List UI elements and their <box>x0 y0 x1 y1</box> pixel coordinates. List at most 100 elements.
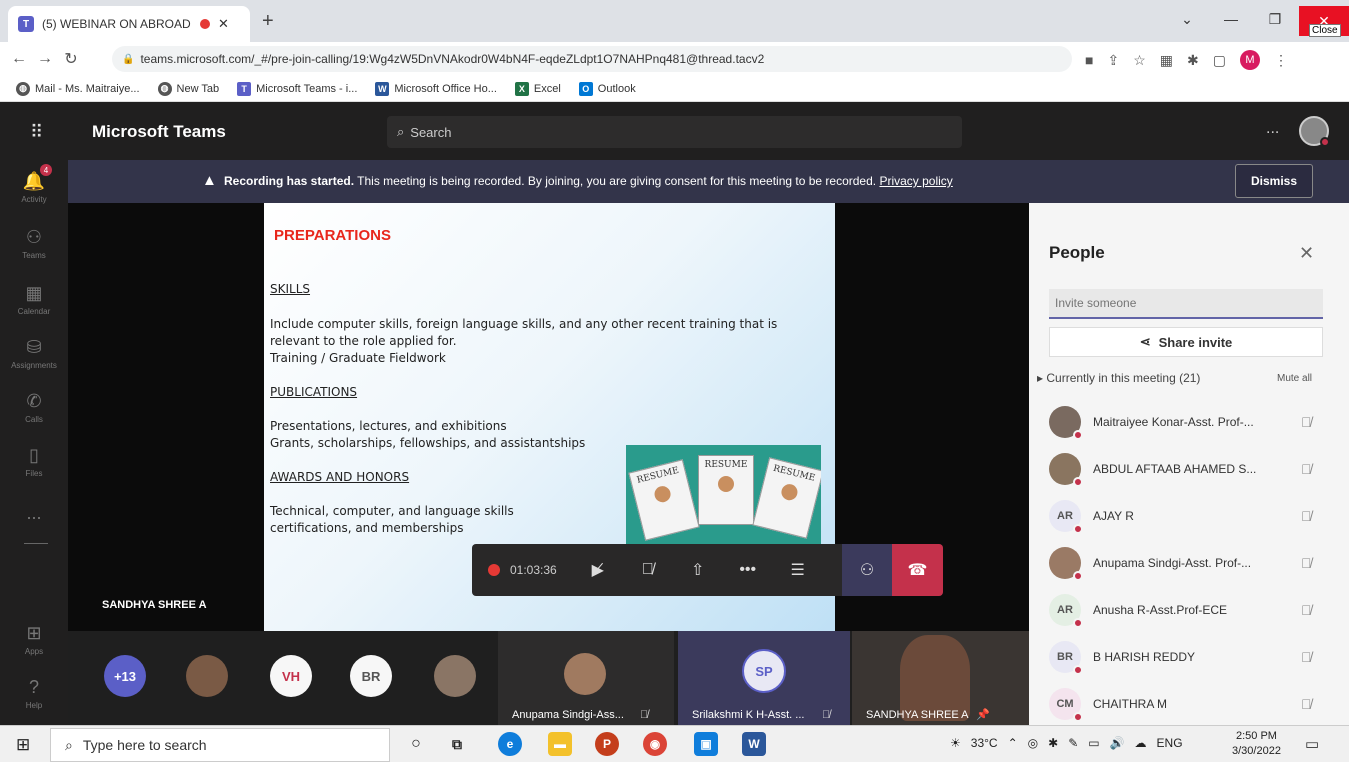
network-icon[interactable]: ▭ <box>1088 736 1099 750</box>
forward-arrow-icon[interactable]: → <box>32 50 58 68</box>
participant-row[interactable]: BR B HARISH REDDY 🎙̸ <box>1029 633 1349 680</box>
participant-tile[interactable]: SP Srilakshmi K H-Asst. ... 🎙̸ <box>678 631 850 725</box>
show-participants-button[interactable]: ⚇ <box>842 544 892 596</box>
bookmark-star-icon[interactable]: ☆ <box>1133 52 1146 69</box>
minimize-button[interactable]: — <box>1216 6 1246 32</box>
participant-strip: +13 VH BR Anupama Sindgi-Ass... 🎙̸ SP Sr… <box>68 631 1029 725</box>
cortana-icon[interactable]: ○ <box>404 732 428 756</box>
bookmark-office[interactable]: W Microsoft Office Ho... <box>375 81 497 96</box>
current-participants-header[interactable]: ▸ Currently in this meeting (21) <box>1037 371 1200 385</box>
mic-off-button[interactable]: 🎙̸ <box>623 544 673 596</box>
bookmark-excel[interactable]: X Excel <box>514 81 561 96</box>
more-actions-button[interactable]: ••• <box>723 544 773 596</box>
rail-item-files[interactable]: ▯ Files <box>0 434 68 488</box>
participant-tile[interactable]: SANDHYA SHREE A 📌 <box>852 631 1029 725</box>
file-explorer-icon[interactable]: ▬ <box>548 732 572 756</box>
slide-publications-line2: Grants, scholarships, fellowships, and a… <box>270 436 586 450</box>
participant-avatar: AR <box>1049 499 1083 534</box>
sidepanel-icon[interactable]: ▢ <box>1213 52 1226 69</box>
privacy-policy-link[interactable]: Privacy policy <box>879 174 952 188</box>
tab-close-icon[interactable]: ✕ <box>218 16 229 32</box>
rail-item-more[interactable]: ... <box>0 486 68 540</box>
windows-start-icon[interactable]: ⊞ <box>16 735 30 755</box>
language-indicator[interactable]: ENG <box>1157 736 1183 750</box>
bluetooth-icon[interactable]: ✱ <box>1048 736 1058 750</box>
invite-someone-input[interactable] <box>1049 289 1323 319</box>
tray-expand-icon[interactable]: ⌃ <box>1008 736 1018 750</box>
url-field[interactable]: 🔒 teams.microsoft.com/_#/pre-join-callin… <box>112 46 1072 72</box>
rail-item-activity[interactable]: 🔔 Activity 4 <box>0 160 68 214</box>
participant-avatar <box>186 655 228 697</box>
slide-awards-line1: Technical, computer, and language skills <box>270 504 514 518</box>
task-view-icon[interactable]: ⧉ <box>445 732 469 756</box>
taskbar-clock[interactable]: 2:50 PM 3/30/2022 <box>1232 729 1281 759</box>
chrome-icon[interactable]: ◉ <box>643 732 667 756</box>
extension-icon[interactable]: ▦ <box>1160 52 1173 69</box>
participant-name: Anupama Sindgi-Ass... <box>512 709 624 721</box>
assignments-icon: ⛁ <box>26 336 42 357</box>
chat-button[interactable]: ☰ <box>773 544 823 596</box>
edge-icon[interactable]: e <box>498 732 522 756</box>
browser-tab[interactable]: T (5) WEBINAR ON ABROAD S ✕ <box>8 6 250 42</box>
more-options-icon[interactable]: ... <box>1266 120 1279 138</box>
tray-app-icon[interactable]: ◎ <box>1028 736 1038 750</box>
pen-icon[interactable]: ✎ <box>1068 736 1078 750</box>
rail-item-assignments[interactable]: ⛁ Assignments <box>0 326 68 380</box>
participant-row[interactable]: AR AJAY R 🎙̸ <box>1029 492 1349 539</box>
teams-icon: ⚇ <box>25 226 43 247</box>
powerpoint-icon[interactable]: P <box>595 732 619 756</box>
tab-search-chevron-icon[interactable]: ⌄ <box>1172 6 1202 32</box>
notification-center-icon[interactable]: ▭ <box>1305 735 1319 753</box>
teams-search-input[interactable]: ⌕ Search <box>387 116 962 148</box>
participant-row[interactable]: AR Anusha R-Asst.Prof-ECE 🎙̸ <box>1029 586 1349 633</box>
new-tab-button[interactable]: + <box>262 10 274 33</box>
status-busy-icon <box>1073 664 1083 675</box>
people-icon: ⚇ <box>859 562 875 579</box>
profile-avatar[interactable]: M <box>1239 50 1260 70</box>
participant-tile[interactable]: Anupama Sindgi-Ass... 🎙̸ <box>498 631 674 725</box>
camera-blocked-icon[interactable]: ■ <box>1085 52 1093 68</box>
volume-icon[interactable]: 🔊 <box>1110 736 1125 750</box>
camera-off-button[interactable]: ▶̸ <box>573 544 623 596</box>
participant-row[interactable]: ABDUL AFTAAB AHAMED S... 🎙̸ <box>1029 445 1349 492</box>
participant-row[interactable]: Maitraiyee Konar-Asst. Prof-... 🎙̸ <box>1029 398 1349 445</box>
taskbar-search-input[interactable]: ⌕ Type here to search <box>50 728 390 762</box>
participant-avatar: BR <box>1049 640 1083 675</box>
activity-badge: 4 <box>40 164 52 176</box>
rail-item-help[interactable]: ? Help <box>0 666 68 720</box>
store-icon[interactable]: ▣ <box>694 732 718 756</box>
weather-icon[interactable]: ☀ <box>950 736 961 750</box>
bookmark-teams[interactable]: T Microsoft Teams - i... <box>237 81 357 96</box>
back-arrow-icon[interactable]: ← <box>6 50 32 68</box>
share-invite-button[interactable]: ⋖ Share invite <box>1049 327 1323 357</box>
share-content-button[interactable]: ⇧ <box>673 544 723 596</box>
bookmark-new-tab[interactable]: ◍ New Tab <box>157 81 219 96</box>
more-icon: ... <box>26 502 42 523</box>
bookmark-outlook[interactable]: O Outlook <box>578 81 636 96</box>
participant-row[interactable]: CM CHAITHRA M 🎙̸ <box>1029 680 1349 727</box>
rail-item-calls[interactable]: ✆ Calls <box>0 380 68 434</box>
participant-avatar <box>1049 546 1083 581</box>
rail-item-apps[interactable]: ⊞ Apps <box>0 612 68 666</box>
temperature[interactable]: 33°C <box>971 736 998 750</box>
share-icon[interactable]: ⇪ <box>1107 52 1119 69</box>
mute-all-button[interactable]: Mute all <box>1277 373 1312 384</box>
rail-item-teams[interactable]: ⚇ Teams <box>0 216 68 270</box>
participant-row[interactable]: Anupama Sindgi-Asst. Prof-... 🎙̸ <box>1029 539 1349 586</box>
recording-dot-icon <box>488 564 500 576</box>
overflow-participants-button[interactable]: +13 <box>104 655 146 697</box>
browser-menu-icon[interactable]: ⋮ <box>1274 52 1288 69</box>
puzzle-icon[interactable]: ✱ <box>1187 52 1199 69</box>
reload-icon[interactable]: ↻ <box>58 49 84 69</box>
user-avatar[interactable] <box>1299 116 1330 147</box>
rail-item-calendar[interactable]: ▦ Calendar <box>0 272 68 326</box>
bookmark-mail[interactable]: ◍ Mail - Ms. Maitraiye... <box>16 81 140 96</box>
restore-button[interactable]: ❐ <box>1260 6 1290 32</box>
mic-off-icon: 🎙̸ <box>641 561 654 578</box>
cloud-icon[interactable]: ☁ <box>1135 736 1147 750</box>
word-icon[interactable]: W <box>742 732 766 756</box>
app-launcher-icon[interactable]: ⠿ <box>30 122 43 143</box>
close-panel-icon[interactable]: ✕ <box>1299 243 1314 264</box>
dismiss-button[interactable]: Dismiss <box>1235 164 1313 198</box>
hang-up-button[interactable]: ☎ <box>892 544 943 596</box>
